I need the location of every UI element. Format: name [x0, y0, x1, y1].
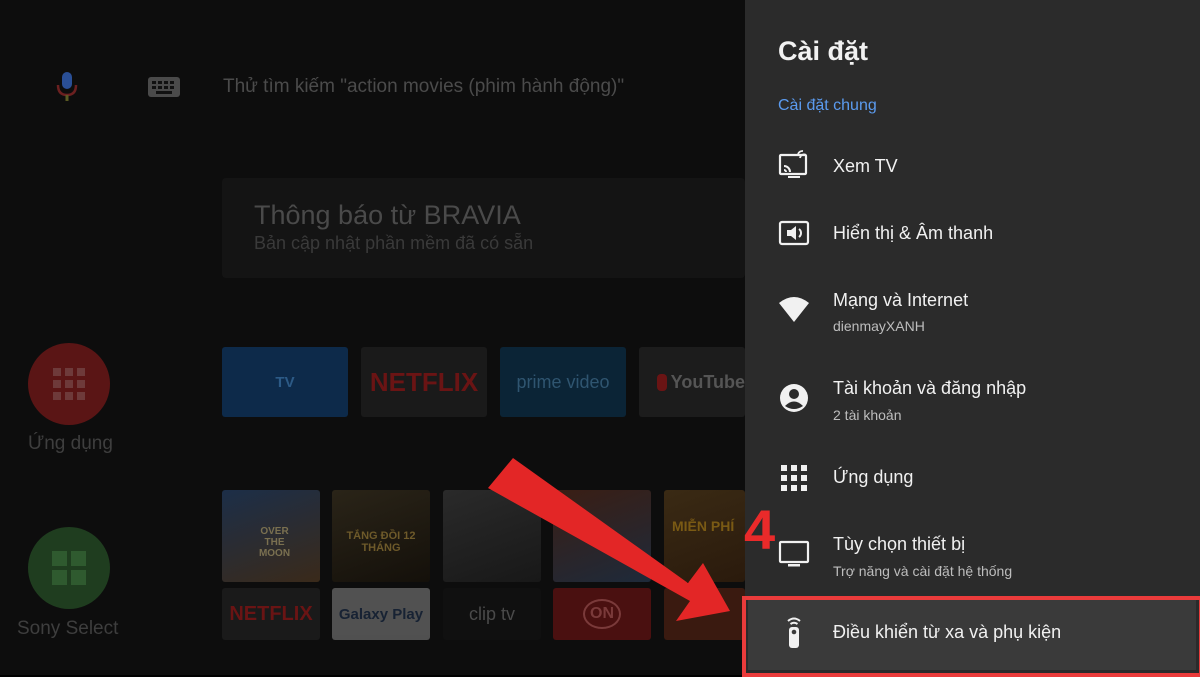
- menu-label: Mạng và Internet: [833, 290, 969, 310]
- clip-tv-tile[interactable]: clip tv: [443, 588, 541, 640]
- tile-label: clip tv: [468, 603, 515, 624]
- tile-label: ON: [583, 599, 621, 629]
- sony-select-icon: [52, 551, 86, 585]
- menu-label: Tài khoản và đăng nhập: [833, 378, 1027, 398]
- tile-label: prime video: [516, 371, 610, 392]
- partial-tile[interactable]: [664, 588, 745, 640]
- microphone-icon[interactable]: [56, 72, 78, 102]
- menu-label: Tùy chọn thiết bị: [833, 534, 966, 554]
- menu-item-apps[interactable]: [745, 450, 1200, 506]
- menu-item-network[interactable]: [745, 272, 1200, 344]
- apps-grid-icon: [53, 368, 85, 400]
- annotation-highlight-box: [742, 596, 1200, 677]
- device-icon: [778, 540, 810, 567]
- poster-title: OVER THE MOON: [258, 526, 291, 559]
- section-label: Cài đặt chung: [778, 97, 877, 114]
- poster-over-the-moon[interactable]: OVER THE MOON: [222, 490, 320, 582]
- poster-mien-phi[interactable]: MIỄN PHÍ: [664, 490, 745, 582]
- poster-3[interactable]: [443, 490, 541, 582]
- menu-item-watch-tv[interactable]: [745, 140, 1200, 196]
- tv-cast-icon: [778, 150, 808, 178]
- keyboard-icon[interactable]: [148, 77, 180, 97]
- menu-label: Xem TV: [833, 156, 898, 176]
- tile-label: TV: [275, 373, 295, 391]
- poster-tang-doi[interactable]: TẮNG ĐỒI 12 THÁNG: [332, 490, 430, 582]
- tile-label: Galaxy Play: [338, 605, 424, 623]
- menu-item-device-preferences[interactable]: [745, 518, 1200, 590]
- poster-title: TẮNG ĐỒI 12 THÁNG: [346, 530, 416, 554]
- poster-4[interactable]: [553, 490, 651, 582]
- wifi-icon: [779, 297, 809, 322]
- notification-title: Thông báo từ BRAVIA: [254, 200, 521, 230]
- menu-label: Ứng dụng: [833, 467, 914, 487]
- notification-subtitle: Bản cập nhật phần mềm đã có sẵn: [254, 233, 534, 253]
- search-placeholder[interactable]: Thử tìm kiếm "action movies (phim hành đ…: [223, 76, 624, 98]
- menu-sublabel: Trợ năng và cài đặt hệ thống: [833, 563, 1013, 579]
- annotation-step-number: 4: [744, 498, 776, 561]
- tile-label: YouTube: [670, 371, 745, 392]
- panel-title: Cài đặt: [778, 36, 869, 66]
- tile-label: NETFLIX: [369, 366, 479, 397]
- apps-grid-icon: [781, 465, 807, 491]
- apps-button[interactable]: [28, 343, 110, 425]
- youtube-play-icon: [657, 373, 667, 391]
- home-screen: Thử tìm kiếm "action movies (phim hành đ…: [0, 0, 745, 675]
- galaxy-play-tile[interactable]: Galaxy Play: [332, 588, 430, 640]
- netflix-bottom-tile[interactable]: NETFLIX: [222, 588, 320, 640]
- apps-label: Ứng dụng: [28, 433, 113, 454]
- menu-sublabel: dienmayXANH: [833, 318, 925, 334]
- tv-tile[interactable]: TV: [222, 347, 348, 417]
- account-icon: [780, 384, 808, 412]
- netflix-tile[interactable]: NETFLIX: [361, 347, 487, 417]
- tile-label: NETFLIX: [229, 602, 313, 625]
- poster-title: MIỄN PHÍ: [672, 518, 735, 534]
- menu-label: Hiển thị & Âm thanh: [833, 223, 994, 243]
- menu-sublabel: 2 tài khoản: [833, 407, 902, 423]
- sony-select-label: Sony Select: [17, 618, 119, 639]
- sony-select-button[interactable]: [28, 527, 110, 609]
- display-sound-icon: [778, 220, 810, 246]
- prime-video-tile[interactable]: prime video: [500, 347, 626, 417]
- on-tile[interactable]: ON: [553, 588, 651, 640]
- youtube-tile[interactable]: YouTube: [639, 347, 745, 417]
